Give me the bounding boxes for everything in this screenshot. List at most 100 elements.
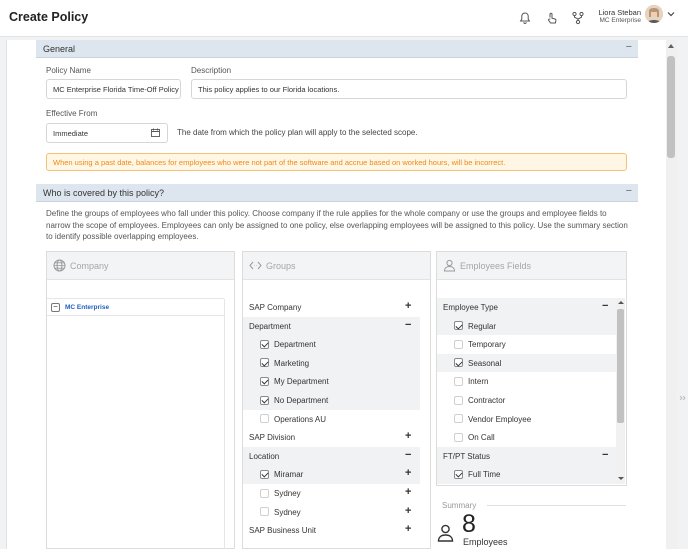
checkbox-unchecked[interactable] — [454, 395, 463, 405]
list-item[interactable]: Sydney + — [243, 503, 420, 522]
checkbox-unchecked[interactable] — [260, 507, 269, 517]
list-item[interactable]: Vendor Employee — [437, 410, 616, 429]
expand-icon[interactable]: + — [405, 467, 411, 479]
list-item[interactable]: Seasonal — [437, 353, 616, 373]
checkbox-checked[interactable] — [454, 358, 463, 368]
list-item[interactable]: My Department — [243, 372, 420, 391]
list-item-label: Department — [249, 321, 291, 331]
collapse-icon[interactable]: − — [626, 41, 632, 53]
list-item-label: Marketing — [274, 358, 310, 368]
coverage-section-header[interactable]: Who is covered by this policy? − — [36, 184, 638, 202]
expand-icon[interactable]: + — [405, 300, 411, 312]
chevron-down-icon[interactable] — [666, 9, 676, 19]
page-scroll-thumb[interactable] — [667, 56, 675, 158]
divider — [224, 299, 225, 549]
group-header-row[interactable]: SAP Business Unit + — [243, 521, 420, 540]
list-item[interactable]: Regular — [437, 316, 616, 336]
list-scroll-thumb[interactable] — [617, 309, 624, 423]
checkbox-unchecked[interactable] — [454, 339, 463, 349]
effective-from-input[interactable]: Immediate — [46, 123, 168, 143]
expand-icon[interactable]: + — [405, 505, 411, 517]
list-scroll-up-arrow[interactable] — [618, 301, 624, 304]
company-panel-title: Company — [70, 261, 109, 271]
policy-name-label: Policy Name — [46, 66, 91, 75]
collapse-icon[interactable]: − — [51, 303, 60, 312]
checkbox-checked[interactable] — [260, 395, 269, 405]
list-item[interactable]: Full Time — [437, 465, 616, 484]
checkbox-unchecked[interactable] — [260, 414, 269, 424]
expand-icon[interactable]: + — [405, 486, 411, 498]
list-item-label: Department — [274, 340, 316, 350]
coverage-section-title: Who is covered by this policy? — [43, 188, 165, 198]
avatar[interactable] — [645, 5, 663, 23]
checkbox-checked[interactable] — [260, 376, 269, 386]
collapse-icon[interactable]: − — [602, 449, 608, 461]
list-item[interactable]: Sydney + — [243, 484, 420, 503]
general-section-header[interactable]: General − — [36, 40, 638, 58]
bell-icon[interactable] — [518, 11, 532, 25]
group-header-row[interactable]: FT/PT Status − — [437, 446, 616, 466]
checkbox-checked[interactable] — [260, 469, 269, 479]
collapse-icon[interactable]: − — [626, 185, 632, 197]
list-item[interactable]: Contractor — [437, 391, 616, 410]
checkbox-checked[interactable] — [260, 339, 269, 349]
org-chart-icon[interactable] — [571, 11, 585, 25]
list-item[interactable]: Miramar + — [243, 465, 420, 484]
employee-fields-panel: Employees Fields Employee Type − Regular Te… — [436, 251, 627, 486]
group-header-row[interactable]: Location − — [243, 446, 420, 466]
company-panel: Company − MC Enterprise — [46, 251, 235, 549]
list-item-label: Contractor — [468, 396, 506, 405]
side-panel-handle[interactable] — [677, 390, 688, 406]
checkbox-unchecked[interactable] — [454, 376, 463, 386]
checkbox-unchecked[interactable] — [454, 432, 463, 442]
group-header-row[interactable]: Department − — [243, 316, 420, 336]
group-header-row[interactable]: SAP Division + — [243, 428, 420, 447]
calendar-icon[interactable] — [151, 128, 160, 137]
list-item[interactable]: No Department — [243, 391, 420, 410]
policy-name-input[interactable]: MC Enterprise Florida Time-Off Policy — [46, 79, 181, 99]
expand-icon[interactable]: + — [405, 523, 411, 535]
collapse-icon[interactable]: − — [405, 319, 411, 331]
person-icon — [437, 524, 454, 542]
list-item-label: Temporary — [468, 340, 506, 350]
past-date-warning: When using a past date, balances for emp… — [46, 153, 627, 171]
groups-panel-title: Groups — [266, 261, 296, 271]
list-item-label: Employee Type — [443, 303, 498, 312]
list-item-label: Sydney — [274, 507, 301, 517]
list-item[interactable]: Temporary — [437, 335, 616, 354]
expand-icon[interactable]: + — [405, 430, 411, 442]
user-org: MC Enterprise — [599, 17, 641, 24]
list-item[interactable]: Operations AU — [243, 410, 420, 429]
scroll-up-arrow[interactable] — [668, 44, 674, 48]
checkbox-unchecked[interactable] — [454, 414, 463, 424]
list-item-label: Full Time — [468, 470, 501, 480]
checkbox-unchecked[interactable] — [260, 488, 269, 498]
list-item[interactable]: Intern — [437, 372, 616, 391]
list-scroll-down-arrow[interactable] — [618, 477, 624, 480]
list-item-label: Vendor Employee — [468, 414, 532, 424]
description-input[interactable]: This policy applies to our Florida locat… — [191, 79, 627, 99]
group-header-row[interactable]: SAP Company + — [243, 298, 420, 317]
collapse-icon[interactable]: − — [405, 449, 411, 461]
list-item-label: Operations AU — [274, 414, 327, 424]
touch-icon[interactable] — [545, 11, 559, 25]
list-item[interactable]: On Call — [437, 428, 616, 447]
list-item-label: SAP Business Unit — [249, 526, 316, 536]
summary-unit-label: Employees — [463, 537, 508, 547]
list-item-label: My Department — [274, 377, 329, 387]
company-tree-item[interactable]: − MC Enterprise — [47, 299, 224, 318]
collapse-icon[interactable]: − — [602, 300, 608, 312]
summary-label: Summary — [442, 501, 477, 510]
summary-employee-count: 8 — [462, 510, 476, 538]
list-item-label: No Department — [274, 396, 329, 405]
group-header-row[interactable]: Employee Type − — [437, 298, 616, 317]
company-name[interactable]: MC Enterprise — [65, 304, 109, 311]
description-label: Description — [191, 66, 232, 75]
checkbox-checked[interactable] — [454, 469, 463, 479]
checkbox-checked[interactable] — [454, 321, 463, 331]
checkbox-checked[interactable] — [260, 358, 269, 368]
list-item[interactable]: Marketing — [243, 353, 420, 373]
effective-from-hint: The date from which the policy plan will… — [177, 128, 418, 137]
list-item[interactable]: Department — [243, 335, 420, 354]
list-item-label: Location — [249, 451, 280, 461]
